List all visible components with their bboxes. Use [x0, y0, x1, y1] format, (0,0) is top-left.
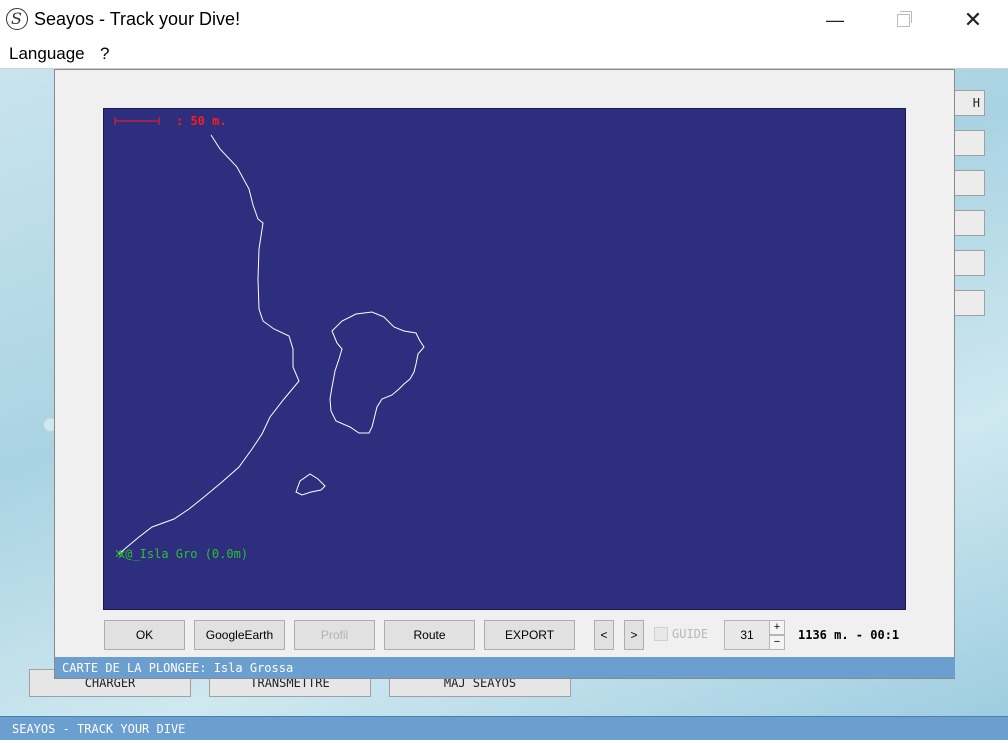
- restore-button[interactable]: [868, 0, 938, 40]
- coastline: [118, 134, 300, 555]
- side-button-4[interactable]: [952, 210, 985, 236]
- side-button-2[interactable]: [952, 130, 985, 156]
- previous-button[interactable]: <: [594, 620, 614, 650]
- dive-map[interactable]: x : 50 m. x@_Isla Gro (0.0m): [103, 108, 906, 610]
- islet-outline: [295, 473, 326, 496]
- dialog-status-bar: CARTE DE LA PLONGEE: Isla Grossa: [55, 657, 955, 678]
- seayos-logo-icon: S: [6, 8, 28, 30]
- menu-language[interactable]: Language: [9, 44, 85, 64]
- guide-label: GUIDE: [672, 627, 709, 641]
- next-button[interactable]: >: [624, 620, 644, 650]
- profil-button[interactable]: Profil: [294, 620, 375, 650]
- title-bar: S Seayos - Track your Dive! — ✕: [0, 0, 1008, 40]
- guide-checkbox[interactable]: GUIDE: [654, 627, 708, 641]
- island-outline: [329, 311, 425, 434]
- scale-label: : 50 m.: [176, 114, 227, 128]
- window-title: Seayos - Track your Dive!: [34, 9, 241, 29]
- spinner-up-button[interactable]: +: [769, 620, 785, 635]
- app-status-bar: SEAYOS - TRACK YOUR DIVE: [0, 716, 1008, 740]
- minimize-button[interactable]: —: [800, 0, 870, 40]
- side-button-6[interactable]: [952, 290, 985, 316]
- export-button[interactable]: EXPORT: [484, 620, 575, 650]
- spinner-down-button[interactable]: −: [769, 635, 785, 650]
- map-canvas: x: [114, 117, 425, 560]
- route-button[interactable]: Route: [384, 620, 475, 650]
- menu-help[interactable]: ?: [100, 44, 109, 64]
- interval-spinner-value[interactable]: 31: [724, 620, 770, 650]
- menu-bar: Language ?: [0, 40, 1008, 69]
- side-button-5[interactable]: [952, 250, 985, 276]
- side-button-3[interactable]: [952, 170, 985, 196]
- restore-icon: [896, 10, 912, 27]
- checkbox-icon: [654, 627, 668, 641]
- close-button[interactable]: ✕: [938, 0, 1008, 40]
- google-earth-button[interactable]: GoogleEarth: [194, 620, 285, 650]
- ok-button[interactable]: OK: [104, 620, 185, 650]
- distance-time-readout: 1136 m. - 00:1: [798, 628, 900, 642]
- dive-site-label: x@_Isla Gro (0.0m): [118, 547, 249, 561]
- side-button-1[interactable]: H: [952, 90, 985, 116]
